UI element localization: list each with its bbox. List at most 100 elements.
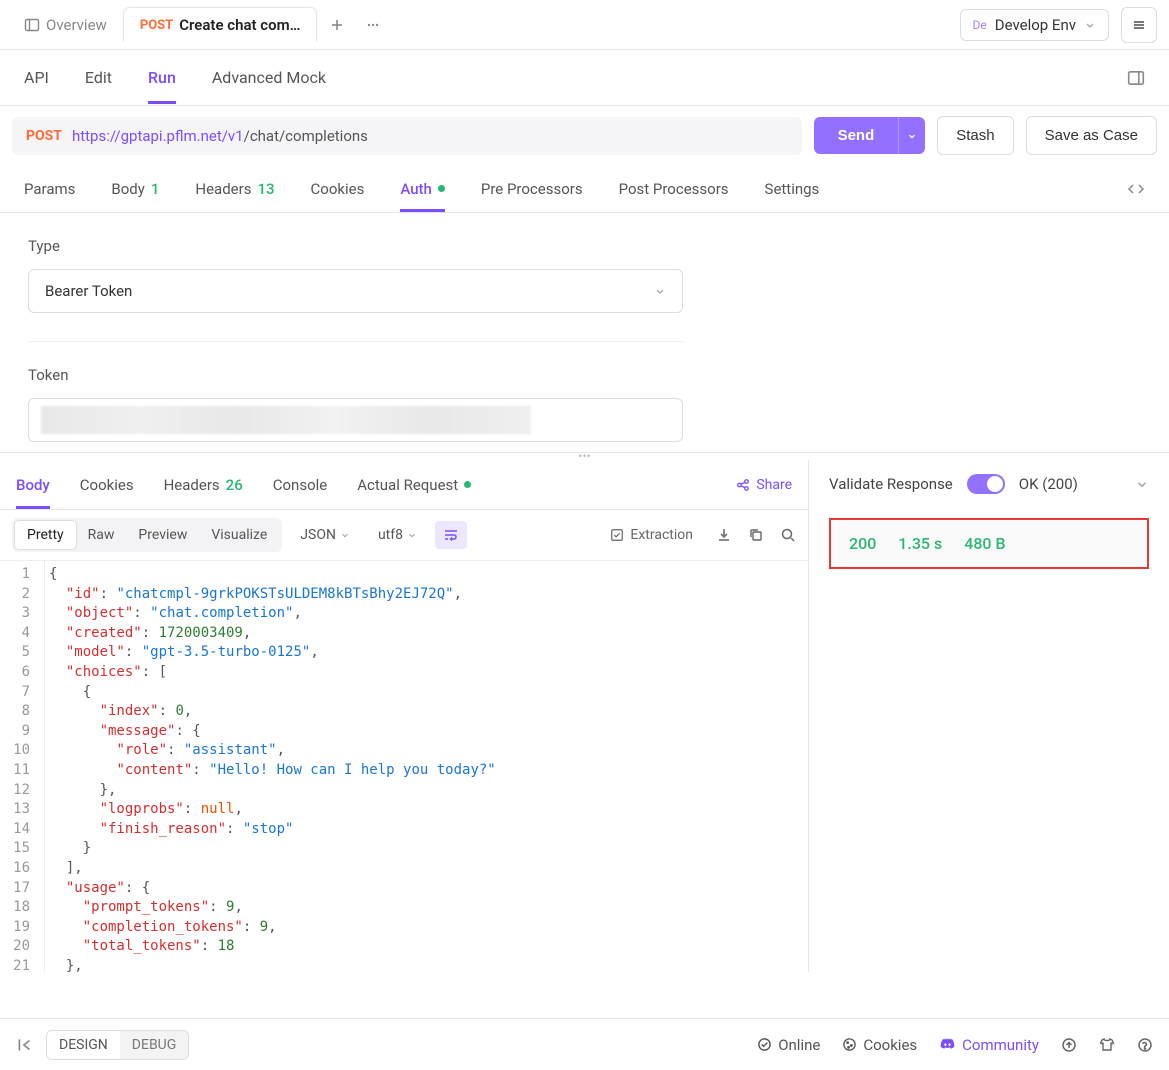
tab-title: Create chat com… bbox=[179, 16, 300, 34]
extraction-button[interactable]: Extraction bbox=[603, 522, 700, 548]
tab-body[interactable]: Body1 bbox=[111, 167, 159, 211]
share-button[interactable]: Share bbox=[736, 477, 792, 493]
stash-button[interactable]: Stash bbox=[937, 116, 1013, 155]
encoding-select[interactable]: utf8 bbox=[368, 521, 427, 549]
tab-auth[interactable]: Auth bbox=[400, 167, 445, 211]
auth-type-value: Bearer Token bbox=[45, 282, 132, 300]
discord-icon bbox=[939, 1036, 956, 1053]
menu-button[interactable] bbox=[1121, 7, 1157, 43]
response-toolbar: Pretty Raw Preview Visualize JSON utf8 E… bbox=[0, 510, 808, 560]
view-preview[interactable]: Preview bbox=[126, 521, 199, 549]
resp-tab-body[interactable]: Body bbox=[16, 462, 50, 508]
resp-tab-actual-request[interactable]: Actual Request bbox=[357, 462, 471, 508]
url-bar[interactable]: POST https://gptapi.pflm.net/v1/chat/com… bbox=[12, 117, 802, 155]
footer-help-button[interactable] bbox=[1137, 1037, 1153, 1053]
shirt-icon bbox=[1099, 1037, 1115, 1053]
resp-tab-headers-count: 26 bbox=[226, 476, 243, 494]
chevron-down-icon bbox=[1084, 19, 1096, 31]
footer-cookies[interactable]: Cookies bbox=[842, 1036, 917, 1054]
footer-community-label: Community bbox=[962, 1036, 1039, 1054]
add-tab-button[interactable] bbox=[321, 9, 353, 41]
code-snippet-button[interactable] bbox=[1127, 180, 1145, 198]
url-row: POST https://gptapi.pflm.net/v1/chat/com… bbox=[0, 106, 1169, 165]
nav-run[interactable]: Run bbox=[148, 52, 176, 103]
line-gutter: 123456789101112131415161718192021 bbox=[0, 561, 44, 972]
tab-pre-processors[interactable]: Pre Processors bbox=[481, 167, 583, 211]
request-mode-nav: API Edit Run Advanced Mock bbox=[0, 50, 1169, 106]
resize-handle[interactable]: ••• bbox=[0, 452, 1169, 460]
resp-tab-body-label: Body bbox=[16, 476, 50, 494]
copy-icon bbox=[748, 527, 764, 543]
send-button[interactable]: Send bbox=[814, 117, 899, 154]
more-options-button[interactable] bbox=[357, 9, 389, 41]
top-tab-bar: Overview POST Create chat com… De Develo… bbox=[0, 0, 1169, 50]
encoding-label: utf8 bbox=[378, 527, 403, 543]
footer-online[interactable]: Online bbox=[757, 1036, 820, 1054]
download-icon bbox=[716, 527, 732, 543]
view-pretty[interactable]: Pretty bbox=[15, 521, 76, 549]
overview-tab[interactable]: Overview bbox=[12, 10, 119, 40]
footer-online-label: Online bbox=[778, 1036, 820, 1054]
metric-time: 1.35 s bbox=[898, 534, 942, 553]
tab-headers[interactable]: Headers13 bbox=[195, 167, 274, 211]
resp-tab-actual-label: Actual Request bbox=[357, 476, 458, 494]
tab-pre-label: Pre Processors bbox=[481, 180, 583, 198]
environment-selector[interactable]: De Develop Env bbox=[960, 9, 1110, 41]
resp-tab-console-label: Console bbox=[273, 476, 328, 494]
panel-toggle-button[interactable] bbox=[1127, 69, 1145, 87]
mode-design[interactable]: DESIGN bbox=[47, 1031, 120, 1059]
status-expand-button[interactable] bbox=[1135, 477, 1149, 491]
extraction-label: Extraction bbox=[630, 527, 693, 543]
code-icon bbox=[1127, 180, 1145, 198]
save-as-case-button[interactable]: Save as Case bbox=[1026, 116, 1157, 155]
response-left-panel: Body Cookies Headers26 Console Actual Re… bbox=[0, 460, 809, 972]
metrics-box: 200 1.35 s 480 B bbox=[829, 518, 1149, 569]
resp-tab-headers[interactable]: Headers26 bbox=[164, 462, 243, 508]
overview-label: Overview bbox=[46, 16, 107, 34]
tab-auth-label: Auth bbox=[400, 180, 432, 198]
wrap-icon bbox=[443, 527, 459, 543]
tab-settings-label: Settings bbox=[765, 180, 820, 198]
nav-edit[interactable]: Edit bbox=[85, 52, 112, 103]
json-viewer[interactable]: 123456789101112131415161718192021 { "id"… bbox=[0, 560, 808, 972]
auth-type-select[interactable]: Bearer Token bbox=[28, 269, 683, 313]
tab-cookies-label: Cookies bbox=[311, 180, 365, 198]
token-input[interactable] bbox=[28, 398, 683, 442]
chevron-down-icon bbox=[1135, 477, 1149, 491]
tab-settings[interactable]: Settings bbox=[765, 167, 820, 211]
chevron-down-icon bbox=[407, 530, 417, 540]
status-text: OK (200) bbox=[1019, 475, 1078, 493]
nav-mock[interactable]: Advanced Mock bbox=[212, 52, 326, 103]
actual-request-indicator-icon bbox=[464, 481, 471, 488]
footer-cookies-label: Cookies bbox=[863, 1036, 917, 1054]
tab-cookies[interactable]: Cookies bbox=[311, 167, 365, 211]
token-masked-value bbox=[41, 406, 531, 434]
mode-switch: DESIGN DEBUG bbox=[46, 1030, 189, 1060]
resp-tab-cookies[interactable]: Cookies bbox=[80, 462, 134, 508]
layout-icon bbox=[1127, 69, 1145, 87]
resp-tab-console[interactable]: Console bbox=[273, 462, 328, 508]
response-tabs: Body Cookies Headers26 Console Actual Re… bbox=[0, 460, 808, 510]
auth-indicator-icon bbox=[438, 185, 445, 192]
download-button[interactable] bbox=[716, 527, 732, 543]
tab-post-processors[interactable]: Post Processors bbox=[619, 167, 729, 211]
send-dropdown-button[interactable] bbox=[898, 117, 925, 154]
plus-icon bbox=[329, 17, 345, 33]
nav-api[interactable]: API bbox=[24, 52, 49, 103]
format-type-select[interactable]: JSON bbox=[290, 521, 360, 549]
panel-icon bbox=[24, 17, 40, 33]
view-raw[interactable]: Raw bbox=[76, 521, 127, 549]
search-button[interactable] bbox=[780, 527, 796, 543]
copy-button[interactable] bbox=[748, 527, 764, 543]
divider bbox=[28, 341, 683, 342]
view-visualize[interactable]: Visualize bbox=[199, 521, 279, 549]
footer-theme-button[interactable] bbox=[1099, 1037, 1115, 1053]
validate-toggle[interactable] bbox=[967, 474, 1005, 494]
tab-params[interactable]: Params bbox=[24, 167, 75, 211]
wrap-toggle-button[interactable] bbox=[435, 521, 467, 549]
footer-upload-button[interactable] bbox=[1061, 1037, 1077, 1053]
active-request-tab[interactable]: POST Create chat com… bbox=[123, 7, 318, 42]
mode-debug[interactable]: DEBUG bbox=[120, 1031, 188, 1059]
collapse-sidebar-button[interactable] bbox=[16, 1036, 34, 1054]
footer-community[interactable]: Community bbox=[939, 1036, 1039, 1054]
